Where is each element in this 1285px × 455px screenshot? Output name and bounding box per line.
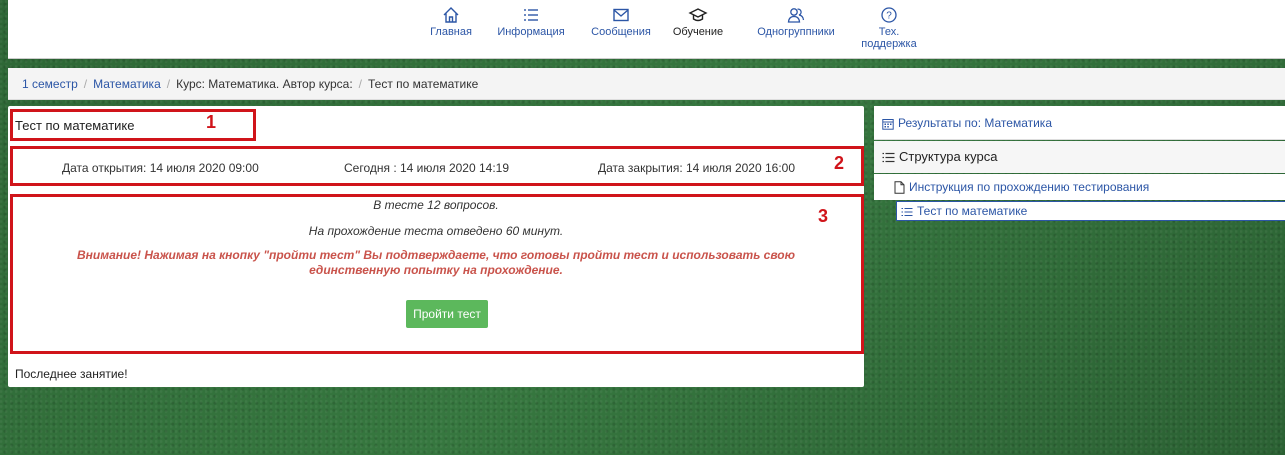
highlight-box-3 bbox=[10, 194, 864, 354]
test-card: Тест по математике 1 Дата открытия: 14 и… bbox=[8, 106, 864, 387]
app-frame: Главная Информация Сообщения Обучение Од… bbox=[8, 0, 1285, 455]
document-icon bbox=[894, 181, 905, 195]
nav-info-label: Информация bbox=[497, 26, 565, 38]
results-link[interactable]: Результаты по: Математика bbox=[898, 116, 1052, 130]
list-icon bbox=[882, 152, 895, 163]
course-structure-label: Структура курса bbox=[899, 149, 998, 164]
breadcrumb-separator: / bbox=[358, 77, 363, 91]
nav-classmates-label: Одногруппники bbox=[757, 26, 835, 38]
marker-1: 1 bbox=[206, 112, 217, 132]
sidebar-item-test-label[interactable]: Тест по математике bbox=[917, 204, 1027, 218]
nav-classmates[interactable]: Одногруппники bbox=[754, 6, 838, 38]
nav-messages[interactable]: Сообщения bbox=[588, 6, 654, 38]
sidebar-item-test[interactable]: Тест по математике bbox=[896, 201, 1285, 221]
marker-2: 2 bbox=[834, 153, 845, 173]
highlight-box-1 bbox=[10, 109, 256, 141]
last-lesson-note: Последнее занятие! bbox=[15, 367, 128, 381]
top-navigation: Главная Информация Сообщения Обучение Од… bbox=[8, 0, 1285, 59]
nav-support-label: Тех. поддержка bbox=[861, 26, 917, 50]
envelope-icon bbox=[613, 8, 629, 22]
course-structure-header: Структура курса bbox=[874, 141, 1285, 173]
calendar-icon bbox=[882, 118, 894, 130]
nav-info[interactable]: Информация bbox=[494, 6, 568, 38]
results-row[interactable]: Результаты по: Математика bbox=[874, 106, 1285, 140]
course-sidebar: Результаты по: Математика Структура курс… bbox=[874, 106, 1285, 226]
breadcrumb-course: Курс: Математика. Автор курса: bbox=[176, 77, 353, 91]
breadcrumb-separator: / bbox=[166, 77, 171, 91]
list-icon bbox=[524, 9, 538, 21]
nav-support[interactable]: ? Тех. поддержка bbox=[851, 6, 927, 50]
breadcrumb-separator: / bbox=[83, 77, 88, 91]
svg-text:?: ? bbox=[886, 11, 892, 22]
nav-learning-label: Обучение bbox=[672, 26, 724, 38]
breadcrumb: 1 семестр / Математика / Курс: Математика. А… bbox=[8, 68, 1285, 100]
breadcrumb-subject[interactable]: Математика bbox=[93, 77, 161, 91]
users-icon bbox=[787, 8, 805, 23]
nav-messages-label: Сообщения bbox=[591, 26, 651, 38]
nav-home[interactable]: Главная bbox=[428, 6, 474, 38]
highlight-box-2 bbox=[10, 146, 864, 186]
marker-3: 3 bbox=[818, 206, 829, 226]
help-icon: ? bbox=[881, 7, 897, 23]
breadcrumb-current: Тест по математике bbox=[368, 77, 479, 91]
home-icon bbox=[443, 7, 459, 23]
nav-learning[interactable]: Обучение bbox=[670, 6, 726, 38]
graduation-cap-icon bbox=[688, 8, 708, 22]
sidebar-item-instruction[interactable]: Инструкция по прохождению тестирования bbox=[874, 174, 1285, 200]
breadcrumb-semester[interactable]: 1 семестр bbox=[22, 77, 78, 91]
list-icon bbox=[901, 207, 913, 216]
sidebar-item-instruction-label[interactable]: Инструкция по прохождению тестирования bbox=[909, 180, 1149, 194]
nav-home-label: Главная bbox=[430, 26, 472, 38]
